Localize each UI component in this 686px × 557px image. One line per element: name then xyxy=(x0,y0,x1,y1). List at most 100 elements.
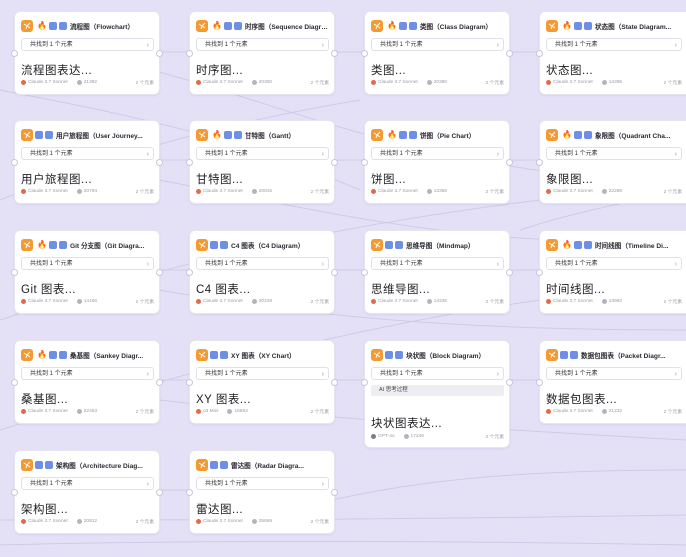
output-port[interactable] xyxy=(156,379,163,386)
output-port[interactable] xyxy=(331,50,338,57)
element-selector[interactable]: 共找到 1 个元素 › xyxy=(196,257,329,270)
model-name: Claude 3.7 Sonnet xyxy=(553,299,593,304)
node-c4[interactable]: C4 图表（C4 Diagram） 共找到 1 个元素 › C4 图表... Claud… xyxy=(189,230,335,314)
input-port[interactable] xyxy=(536,379,543,386)
element-count: 2 个元素 xyxy=(485,190,504,195)
output-port[interactable] xyxy=(506,269,513,276)
input-port[interactable] xyxy=(11,379,18,386)
output-text: 时序图... xyxy=(196,65,244,77)
node-timeline[interactable]: 🔥 时间线图（Timeline Di... 共找到 1 个元素 › 时间线图... Cla… xyxy=(539,230,686,314)
node-sankey[interactable]: 🔥 桑基图（Sankey Diagr... 共找到 1 个元素 › 桑基图... Clau… xyxy=(14,340,160,424)
token-info: 17246 xyxy=(403,434,424,439)
element-selector[interactable]: 共找到 1 个元素 › xyxy=(371,38,504,51)
node-title: XY 图表（XY Chart） xyxy=(231,353,296,360)
node-sequence[interactable]: 🔥 时序图（Sequence Diagra... 共找到 1 个元素 › 时序图... C… xyxy=(189,11,335,95)
node-quadrant[interactable]: 🔥 象限图（Quadrant Cha... 共找到 1 个元素 › 象限图... Clau… xyxy=(539,120,686,204)
element-selector[interactable]: 共找到 1 个元素 › xyxy=(196,147,329,160)
output-port[interactable] xyxy=(331,269,338,276)
node-architecture[interactable]: 架构图（Architecture Diag... 共找到 1 个元素 › 架构图...… xyxy=(14,450,160,534)
badge-icon xyxy=(220,351,228,359)
element-selector[interactable]: 共找到 1 个元素 › xyxy=(546,38,682,51)
node-state[interactable]: 🔥 状态图（State Diagram... 共找到 1 个元素 › 状态图... Cla… xyxy=(539,11,686,95)
input-port[interactable] xyxy=(11,489,18,496)
output-port[interactable] xyxy=(331,159,338,166)
node-git[interactable]: 🔥 Git 分支图（Git Diagra... 共找到 1 个元素 › Git 图表..… xyxy=(14,230,160,314)
input-port[interactable] xyxy=(361,50,368,57)
output-port[interactable] xyxy=(506,50,513,57)
element-selector[interactable]: 共找到 1 个元素 › xyxy=(196,38,329,51)
output-port[interactable] xyxy=(156,489,163,496)
output-port[interactable] xyxy=(506,379,513,386)
input-port[interactable] xyxy=(186,489,193,496)
chevron-right-icon: › xyxy=(321,371,324,378)
element-selector[interactable]: 共找到 1 个元素 › xyxy=(21,147,154,160)
output-port[interactable] xyxy=(331,489,338,496)
badge-icon xyxy=(210,351,218,359)
element-count: 2 个元素 xyxy=(310,300,329,305)
badge-icon xyxy=(45,461,53,469)
token-icon xyxy=(601,409,607,414)
input-port[interactable] xyxy=(186,50,193,57)
element-selector[interactable]: 共找到 1 个元素 › xyxy=(546,367,682,380)
workflow-canvas[interactable]: 🔥 流程图（Flowchart） 共找到 1 个元素 › 流程图表达... Claude … xyxy=(0,0,686,557)
fire-icon: 🔥 xyxy=(37,350,47,359)
output-port[interactable] xyxy=(331,379,338,386)
input-port[interactable] xyxy=(536,50,543,57)
model-name: Claude 3.7 Sonnet xyxy=(28,299,68,304)
node-class[interactable]: 🔥 类图（Class Diagram） 共找到 1 个元素 › 类图... Claude … xyxy=(364,11,510,95)
node-packet[interactable]: 数据包图表（Packet Diagr... 共找到 1 个元素 › 数据包图表... C… xyxy=(539,340,686,424)
input-port[interactable] xyxy=(536,269,543,276)
element-selector[interactable]: 共找到 1 个元素 › xyxy=(196,477,329,490)
input-port[interactable] xyxy=(186,269,193,276)
input-port[interactable] xyxy=(536,159,543,166)
element-selector[interactable]: 共找到 1 个元素 › xyxy=(371,367,504,380)
model-icon xyxy=(546,299,551,304)
output-text: 数据包图表... xyxy=(546,394,618,406)
element-selector[interactable]: 共找到 1 个元素 › xyxy=(546,257,682,270)
element-selector[interactable]: 共找到 1 个元素 › xyxy=(21,38,154,51)
output-port[interactable] xyxy=(156,159,163,166)
model-info: Claude 3.7 Sonnet xyxy=(21,80,68,85)
element-selector[interactable]: 共找到 1 个元素 › xyxy=(371,147,504,160)
element-selector[interactable]: 共找到 1 个元素 › xyxy=(21,257,154,270)
node-meta: Claude 3.7 Sonnet 21382 2 个元素 xyxy=(21,79,154,86)
workflow-icon xyxy=(371,20,383,32)
chevron-right-icon: › xyxy=(321,42,324,49)
node-mindmap[interactable]: 思维导图（Mindmap） 共找到 1 个元素 › 思维导图... Claude 3.7… xyxy=(364,230,510,314)
input-port[interactable] xyxy=(186,159,193,166)
input-port[interactable] xyxy=(186,379,193,386)
node-pie[interactable]: 🔥 饼图（Pie Chart） 共找到 1 个元素 › 饼图... Claude 3.7 … xyxy=(364,120,510,204)
element-selector[interactable]: 共找到 1 个元素 › xyxy=(546,147,682,160)
node-xy[interactable]: XY 图表（XY Chart） 共找到 1 个元素 › XY 图表... o3 Mini… xyxy=(189,340,335,424)
input-port[interactable] xyxy=(361,159,368,166)
node-title: 架构图（Architecture Diag... xyxy=(56,463,143,470)
input-port[interactable] xyxy=(11,159,18,166)
element-count: 2 个元素 xyxy=(310,520,329,525)
input-port[interactable] xyxy=(361,379,368,386)
chevron-right-icon: › xyxy=(321,151,324,158)
chevron-right-icon: › xyxy=(496,42,499,49)
input-port[interactable] xyxy=(11,269,18,276)
element-selector[interactable]: 共找到 1 个元素 › xyxy=(21,477,154,490)
input-port[interactable] xyxy=(361,269,368,276)
input-port[interactable] xyxy=(11,50,18,57)
element-selector[interactable]: 共找到 1 个元素 › xyxy=(21,367,154,380)
token-info: 20812 xyxy=(76,519,97,524)
token-icon xyxy=(251,189,257,194)
element-selector[interactable]: 共找到 1 个元素 › xyxy=(371,257,504,270)
node-radar[interactable]: 雷达图（Radar Diagra... 共找到 1 个元素 › 雷达图... Claud… xyxy=(189,450,335,534)
node-journey[interactable]: 用户旅程图（User Journey... 共找到 1 个元素 › 用户旅程图... C… xyxy=(14,120,160,204)
node-gantt[interactable]: 🔥 甘特图（Gantt） 共找到 1 个元素 › 甘特图... Claude 3.7 So… xyxy=(189,120,335,204)
model-info: Claude 3.7 Sonnet xyxy=(196,80,243,85)
element-count: 2 个元素 xyxy=(663,190,682,195)
ai-thinking-panel[interactable]: AI 思考过程 xyxy=(371,385,504,396)
node-block[interactable]: 块状图（Block Diagram） 共找到 1 个元素 › AI 思考过程 块状图表达… xyxy=(364,340,510,448)
node-flowchart[interactable]: 🔥 流程图（Flowchart） 共找到 1 个元素 › 流程图表达... Claude … xyxy=(14,11,160,95)
output-port[interactable] xyxy=(156,269,163,276)
badge-icon xyxy=(573,131,582,139)
output-port[interactable] xyxy=(506,159,513,166)
model-name: Claude 3.7 Sonnet xyxy=(28,80,68,85)
workflow-icon xyxy=(21,129,33,141)
element-selector[interactable]: 共找到 1 个元素 › xyxy=(196,367,329,380)
output-port[interactable] xyxy=(156,50,163,57)
